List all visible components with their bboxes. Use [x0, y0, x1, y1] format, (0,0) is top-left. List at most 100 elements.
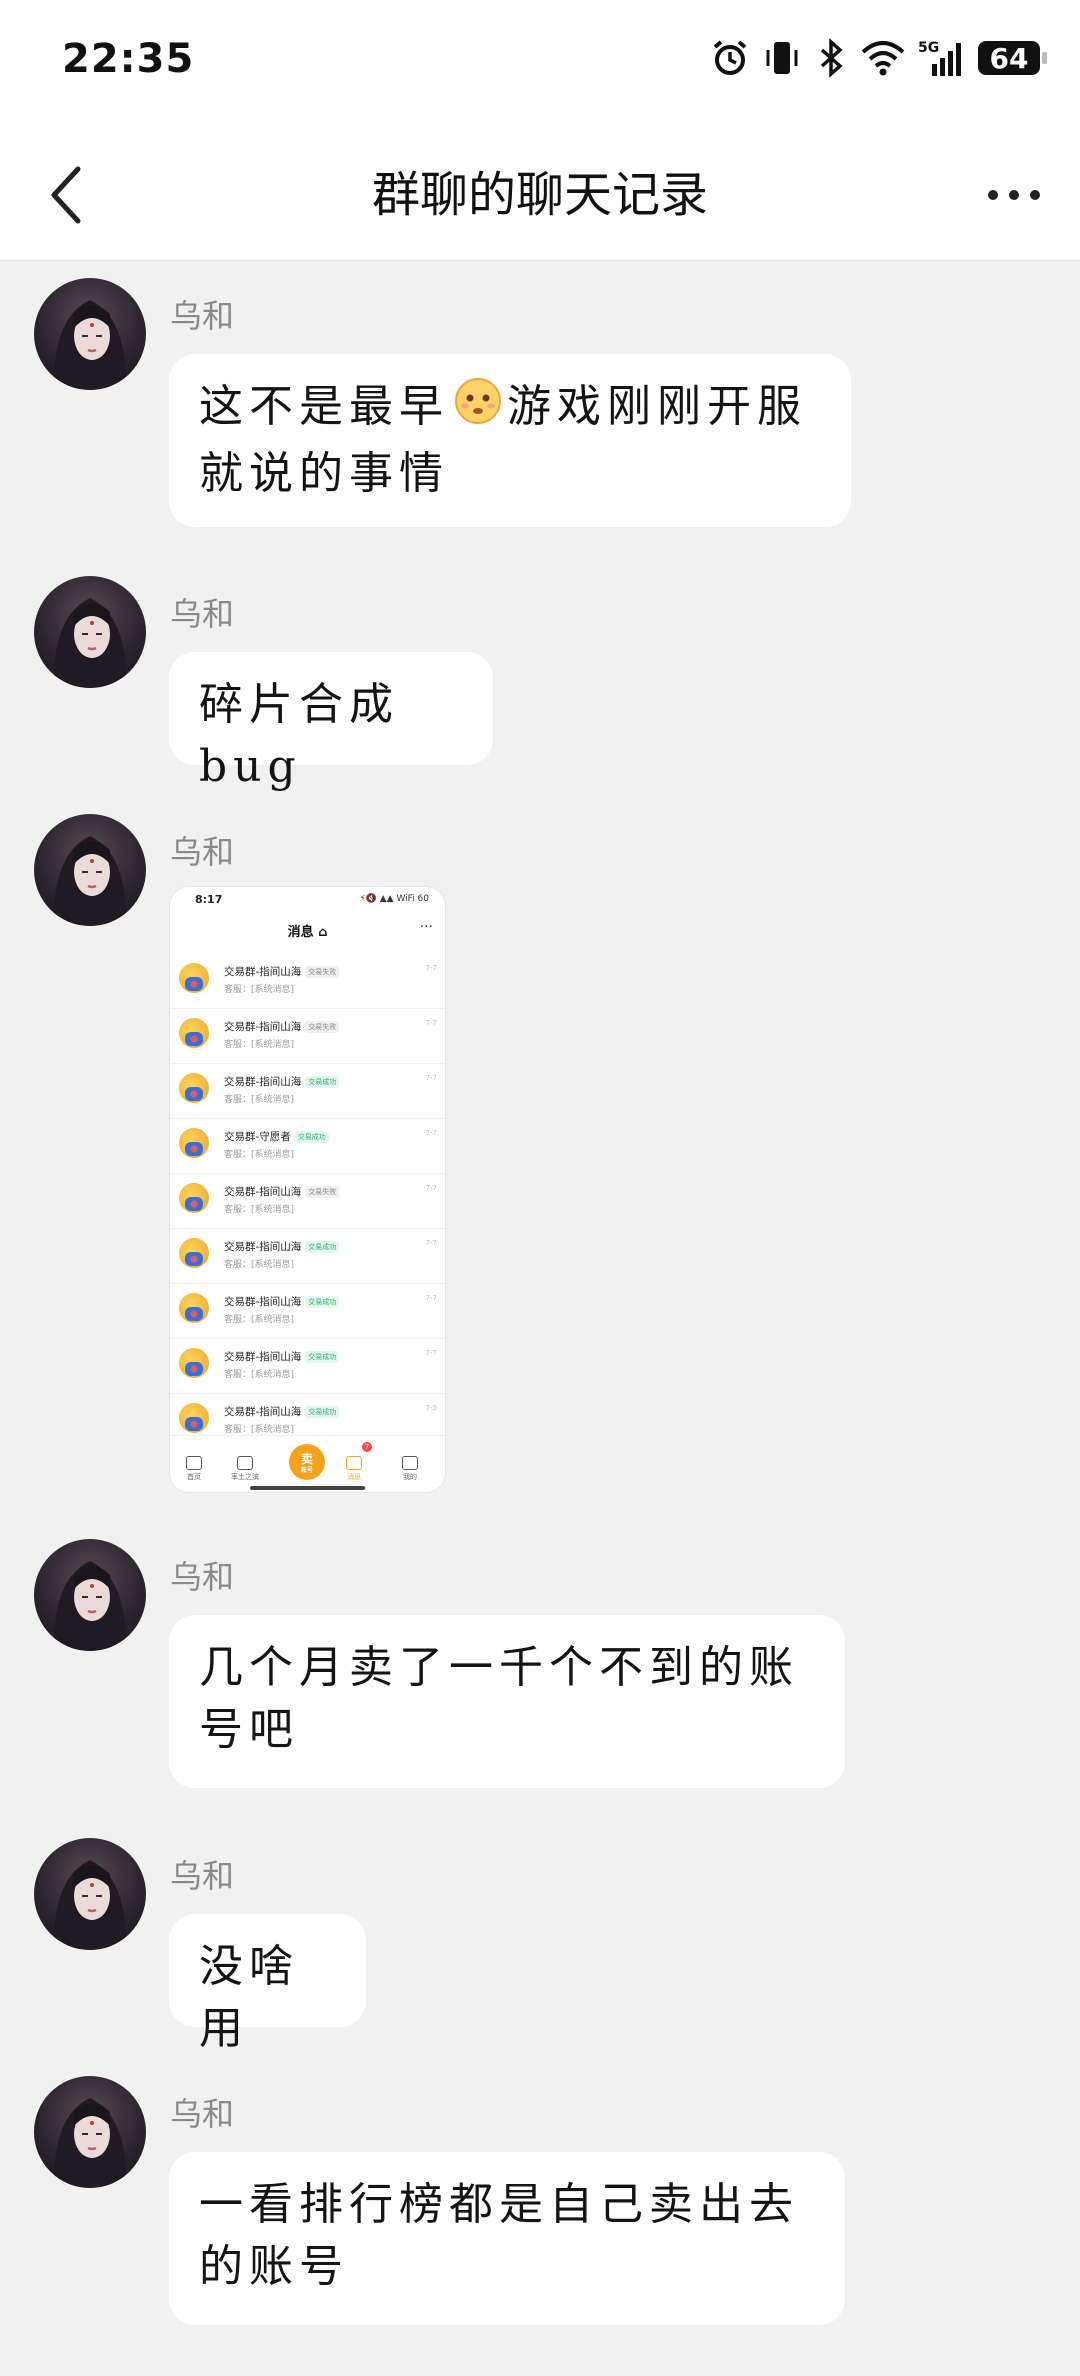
image-list-item: 交易群-指间山海 交易成功 客服：[系统消息] 7-7 — [170, 1338, 445, 1394]
image-tab-label: 我的 — [403, 1473, 417, 1481]
image-tab-home: 首页 — [174, 1456, 214, 1482]
message-text: 一看排行榜都是自己卖出去的账号 — [199, 2179, 799, 2292]
status-tag: 交易成功 — [305, 1076, 340, 1088]
image-item-sub: 客服：[系统消息] — [224, 1205, 295, 1215]
image-item-title: 交易群-指间山海 — [224, 1186, 302, 1198]
status-tag: 交易成功 — [294, 1131, 329, 1143]
image-list-item: 交易群-指间山海 交易失败 客服：[系统消息] 7-7 — [170, 953, 445, 1009]
sender-name: 乌和 — [170, 297, 235, 335]
image-item-date: 7-7 — [425, 1129, 437, 1137]
status-tag: 交易失败 — [305, 1021, 340, 1033]
image-item-title: 交易群-守愿者 — [224, 1131, 291, 1143]
group-avatar — [179, 1018, 209, 1048]
avatar-portrait-icon — [53, 836, 127, 926]
group-avatar — [179, 1293, 209, 1323]
image-message[interactable]: 8:17 ⚡🔇 ▲▲ WiFi 60 消息 ⌂ ··· 交易群-指间山海 交易失败… — [169, 886, 446, 1493]
more-button[interactable] — [974, 160, 1054, 230]
image-tab-game: 率土之滨 — [225, 1456, 265, 1482]
image-tab-label: 消息 — [347, 1473, 361, 1481]
bluetooth-icon — [820, 38, 843, 78]
image-item-title: 交易群-指间山海 — [224, 1076, 302, 1088]
image-item-date: 7-7 — [425, 1074, 437, 1082]
status-tag: 交易成功 — [305, 1241, 340, 1253]
status-tag: 交易成功 — [305, 1351, 340, 1363]
image-item-name: 交易群-指间山海 交易成功 — [224, 1239, 340, 1254]
image-item-date: 7-7 — [425, 964, 437, 972]
sender-name: 乌和 — [170, 1857, 235, 1895]
image-item-name: 交易群-指间山海 交易失败 — [224, 1184, 340, 1199]
image-item-date: 7-7 — [425, 1184, 437, 1192]
image-item-name: 交易群-指间山海 交易失败 — [224, 1019, 340, 1034]
sender-name: 乌和 — [170, 595, 235, 633]
status-time: 22:35 — [62, 36, 195, 82]
image-status-icons: ⚡🔇 ▲▲ WiFi 60 — [359, 894, 429, 904]
group-avatar — [179, 1238, 209, 1268]
status-tag: 交易成功 — [305, 1296, 340, 1308]
group-avatar — [179, 1348, 209, 1378]
image-item-title: 交易群-指间山海 — [224, 1296, 302, 1308]
message-text: 碎片合成bug — [199, 679, 399, 792]
message-bubble[interactable]: 一看排行榜都是自己卖出去的账号 — [169, 2152, 845, 2325]
message-bubble[interactable]: 这不是最早 游戏刚刚开服就说的事情 — [169, 354, 851, 527]
image-tab-mine: 我的 — [390, 1456, 430, 1482]
group-avatar — [179, 1073, 209, 1103]
avatar-portrait-icon — [53, 598, 127, 688]
image-list-item: 交易群-指间山海 交易失败 客服：[系统消息] 7-7 — [170, 1008, 445, 1064]
image-item-name: 交易群-守愿者 交易成功 — [224, 1129, 329, 1144]
avatar[interactable] — [34, 1838, 146, 1950]
group-avatar — [179, 1183, 209, 1213]
image-sell-button: 卖账号 — [289, 1444, 325, 1480]
image-item-sub: 客服：[系统消息] — [224, 1315, 295, 1325]
wifi-icon — [861, 41, 905, 76]
image-title: 消息 ⌂ — [287, 925, 328, 940]
image-item-date: 7-7 — [425, 1294, 437, 1302]
image-list-item: 交易群-指间山海 交易成功 客服：[系统消息] 7-7 — [170, 1063, 445, 1119]
image-item-sub: 客服：[系统消息] — [224, 1095, 295, 1105]
message-bubble[interactable]: 没啥用 — [169, 1914, 366, 2054]
image-tab-label: 首页 — [187, 1473, 201, 1481]
image-item-name: 交易群-指间山海 交易成功 — [224, 1349, 340, 1364]
message-icon — [346, 1456, 362, 1470]
alarm-icon — [713, 40, 747, 75]
nav-bar: 群聊的聊天记录 — [0, 130, 1080, 261]
status-tag: 交易失败 — [305, 1186, 340, 1198]
image-tab-messages: 消息 — [334, 1456, 374, 1482]
battery-icon: 64 — [978, 41, 1047, 75]
image-sell-label: 卖 — [300, 1452, 313, 1466]
group-avatar — [179, 1128, 209, 1158]
image-item-title: 交易群-指间山海 — [224, 1021, 302, 1033]
avatar[interactable] — [34, 814, 146, 926]
image-home-indicator — [250, 1486, 365, 1490]
image-item-title: 交易群-指间山海 — [224, 966, 302, 978]
image-item-sub: 客服：[系统消息] — [224, 1040, 295, 1050]
message-bubble[interactable]: 碎片合成bug — [169, 652, 493, 792]
status-bar: 22:35 5G 64 — [0, 0, 1080, 130]
message-text: 没啥用 — [199, 1941, 299, 2054]
page-title: 群聊的聊天记录 — [371, 167, 708, 223]
sender-name: 乌和 — [170, 833, 235, 871]
message-text: 这不是最早 — [199, 381, 449, 432]
image-item-date: 7-7 — [425, 1239, 437, 1247]
image-item-date: 7-5 — [425, 1404, 437, 1412]
status-tag: 交易成功 — [305, 1406, 340, 1418]
message-bubble[interactable]: 几个月卖了一千个不到的账号吧 — [169, 1615, 845, 1788]
image-item-name: 交易群-指间山海 交易成功 — [224, 1074, 340, 1089]
image-item-title: 交易群-指间山海 — [224, 1406, 302, 1418]
more-horizontal-icon — [988, 190, 1040, 200]
image-item-sub: 客服：[系统消息] — [224, 1425, 295, 1435]
avatar[interactable] — [34, 2076, 146, 2188]
image-status-bar: 8:17 ⚡🔇 ▲▲ WiFi 60 — [170, 887, 445, 911]
image-status-time: 8:17 — [195, 893, 223, 906]
image-list-item: 交易群-指间山海 交易成功 客服：[系统消息] 7-7 — [170, 1283, 445, 1339]
avatar[interactable] — [34, 278, 146, 390]
avatar[interactable] — [34, 1539, 146, 1651]
avatar-portrait-icon — [53, 2098, 127, 2188]
avatar[interactable] — [34, 576, 146, 688]
unread-badge: 7 — [362, 1442, 372, 1452]
gamepad-icon — [237, 1456, 253, 1470]
group-avatar — [179, 1403, 209, 1433]
vibrate-icon — [766, 42, 798, 74]
image-item-name: 交易群-指间山海 交易失败 — [224, 964, 340, 979]
sender-name: 乌和 — [170, 1558, 235, 1596]
status-tag: 交易失败 — [305, 966, 340, 978]
